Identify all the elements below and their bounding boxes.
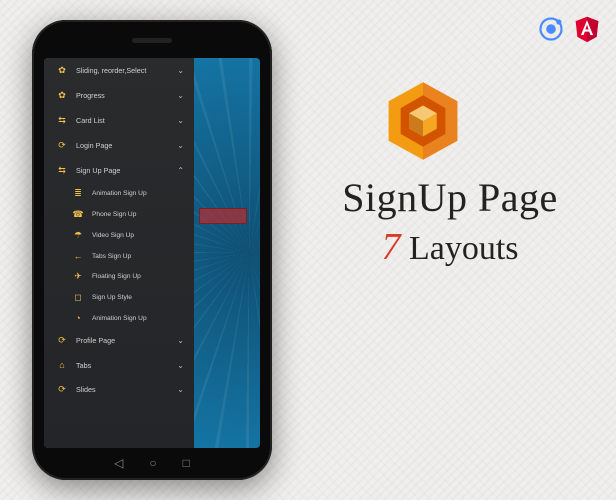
chevron-down-icon: ⌄ — [177, 385, 184, 394]
submenu-item-floating-signup[interactable]: ✈ Floating Sign Up — [44, 266, 194, 287]
plane-icon: ✈ — [72, 271, 84, 282]
refresh-icon: ⟳ — [56, 384, 68, 395]
shuffle-icon: ⇆ — [56, 165, 68, 176]
menu-item-login-page[interactable]: ⟳ Login Page ⌄ — [44, 133, 194, 158]
menu-item-profile-page[interactable]: ⟳ Profile Page ⌄ — [44, 328, 194, 353]
layout-word: Layouts — [400, 230, 518, 267]
submenu-item-label: Animation Sign Up — [92, 190, 184, 197]
menu-item-signup-page[interactable]: ⇆ Sign Up Page ⌃ — [44, 158, 194, 183]
submenu-item-animation-signup[interactable]: ≣ Animation Sign Up — [44, 183, 194, 204]
submenu-item-label: Phone Sign Up — [92, 211, 184, 218]
menu-item-label: Card List — [76, 116, 169, 125]
submenu-item-label: Video Sign Up — [92, 232, 184, 239]
navigation-drawer[interactable]: ✿ Sliding, reorder,Select ⌄ ✿ Progress ⌄… — [44, 58, 194, 448]
ionic-logo-icon — [536, 14, 566, 44]
menu-item-label: Sliding, reorder,Select — [76, 66, 169, 75]
menu-item-label: Progress — [76, 91, 169, 100]
chevron-up-icon: ⌃ — [177, 166, 184, 175]
recents-icon[interactable]: □ — [183, 456, 190, 470]
title-line-2: 7 Layouts — [310, 225, 590, 269]
menu-item-label: Slides — [76, 385, 169, 394]
angular-logo-icon — [572, 14, 602, 44]
chevron-down-icon: ⌄ — [177, 66, 184, 75]
signup-submenu: ≣ Animation Sign Up ☎ Phone Sign Up ☂ Vi… — [44, 183, 194, 328]
menu-item-label: Tabs — [76, 361, 169, 370]
red-overlay-patch — [199, 208, 247, 224]
umbrella-icon: ☂ — [72, 230, 84, 241]
list-icon: ≣ — [72, 188, 84, 199]
chevron-down-icon: ⌄ — [177, 91, 184, 100]
phone-speaker — [132, 38, 172, 43]
menu-item-slides[interactable]: ⟳ Slides ⌄ — [44, 377, 194, 402]
flower-icon: ✿ — [56, 90, 68, 101]
chevron-down-icon: ⌄ — [177, 116, 184, 125]
menu-item-sliding[interactable]: ✿ Sliding, reorder,Select ⌄ — [44, 58, 194, 83]
shuffle-icon: ⇆ — [56, 115, 68, 126]
chevron-down-icon: ⌄ — [177, 141, 184, 150]
framework-logos — [536, 14, 602, 44]
chevron-down-icon: ⌄ — [177, 336, 184, 345]
home-icon[interactable]: ○ — [149, 456, 156, 470]
android-nav-bar: ◁ ○ □ — [114, 456, 190, 470]
refresh-icon: ⟳ — [56, 140, 68, 151]
marketing-title: SignUp Page 7 Layouts — [310, 174, 590, 269]
submenu-item-phone-signup[interactable]: ☎ Phone Sign Up — [44, 204, 194, 225]
layout-count: 7 — [381, 226, 400, 268]
title-line-1: SignUp Page — [310, 174, 590, 221]
clock-icon: ◔ — [72, 313, 84, 323]
menu-item-label: Profile Page — [76, 336, 169, 345]
chevron-down-icon: ⌄ — [177, 361, 184, 370]
phone-screen: ✿ Sliding, reorder,Select ⌄ ✿ Progress ⌄… — [44, 58, 260, 448]
submenu-item-label: Animation Sign Up — [92, 315, 184, 322]
menu-item-tabs[interactable]: ⌂ Tabs ⌄ — [44, 353, 194, 377]
flower-icon: ✿ — [56, 65, 68, 76]
home-icon: ⌂ — [56, 360, 68, 370]
phone-mockup: ✿ Sliding, reorder,Select ⌄ ✿ Progress ⌄… — [32, 20, 272, 480]
menu-item-label: Sign Up Page — [76, 166, 169, 175]
submenu-item-tabs-signup[interactable]: ← Tabs Sign Up — [44, 246, 194, 266]
square-icon: ◻ — [72, 292, 84, 303]
menu-item-label: Login Page — [76, 141, 169, 150]
menu-item-progress[interactable]: ✿ Progress ⌄ — [44, 83, 194, 108]
submenu-item-label: Tabs Sign Up — [92, 253, 184, 260]
refresh-icon: ⟳ — [56, 335, 68, 346]
submenu-item-animation-signup-2[interactable]: ◔ Animation Sign Up — [44, 308, 194, 328]
submenu-item-label: Floating Sign Up — [92, 273, 184, 280]
arrow-left-icon: ← — [72, 251, 84, 261]
product-hexagon-logo-icon — [380, 78, 466, 164]
submenu-item-video-signup[interactable]: ☂ Video Sign Up — [44, 225, 194, 246]
back-icon[interactable]: ◁ — [114, 456, 123, 470]
submenu-item-signup-style[interactable]: ◻ Sign Up Style — [44, 287, 194, 308]
menu-item-card-list[interactable]: ⇆ Card List ⌄ — [44, 108, 194, 133]
phone-icon: ☎ — [72, 209, 84, 220]
submenu-item-label: Sign Up Style — [92, 294, 184, 301]
